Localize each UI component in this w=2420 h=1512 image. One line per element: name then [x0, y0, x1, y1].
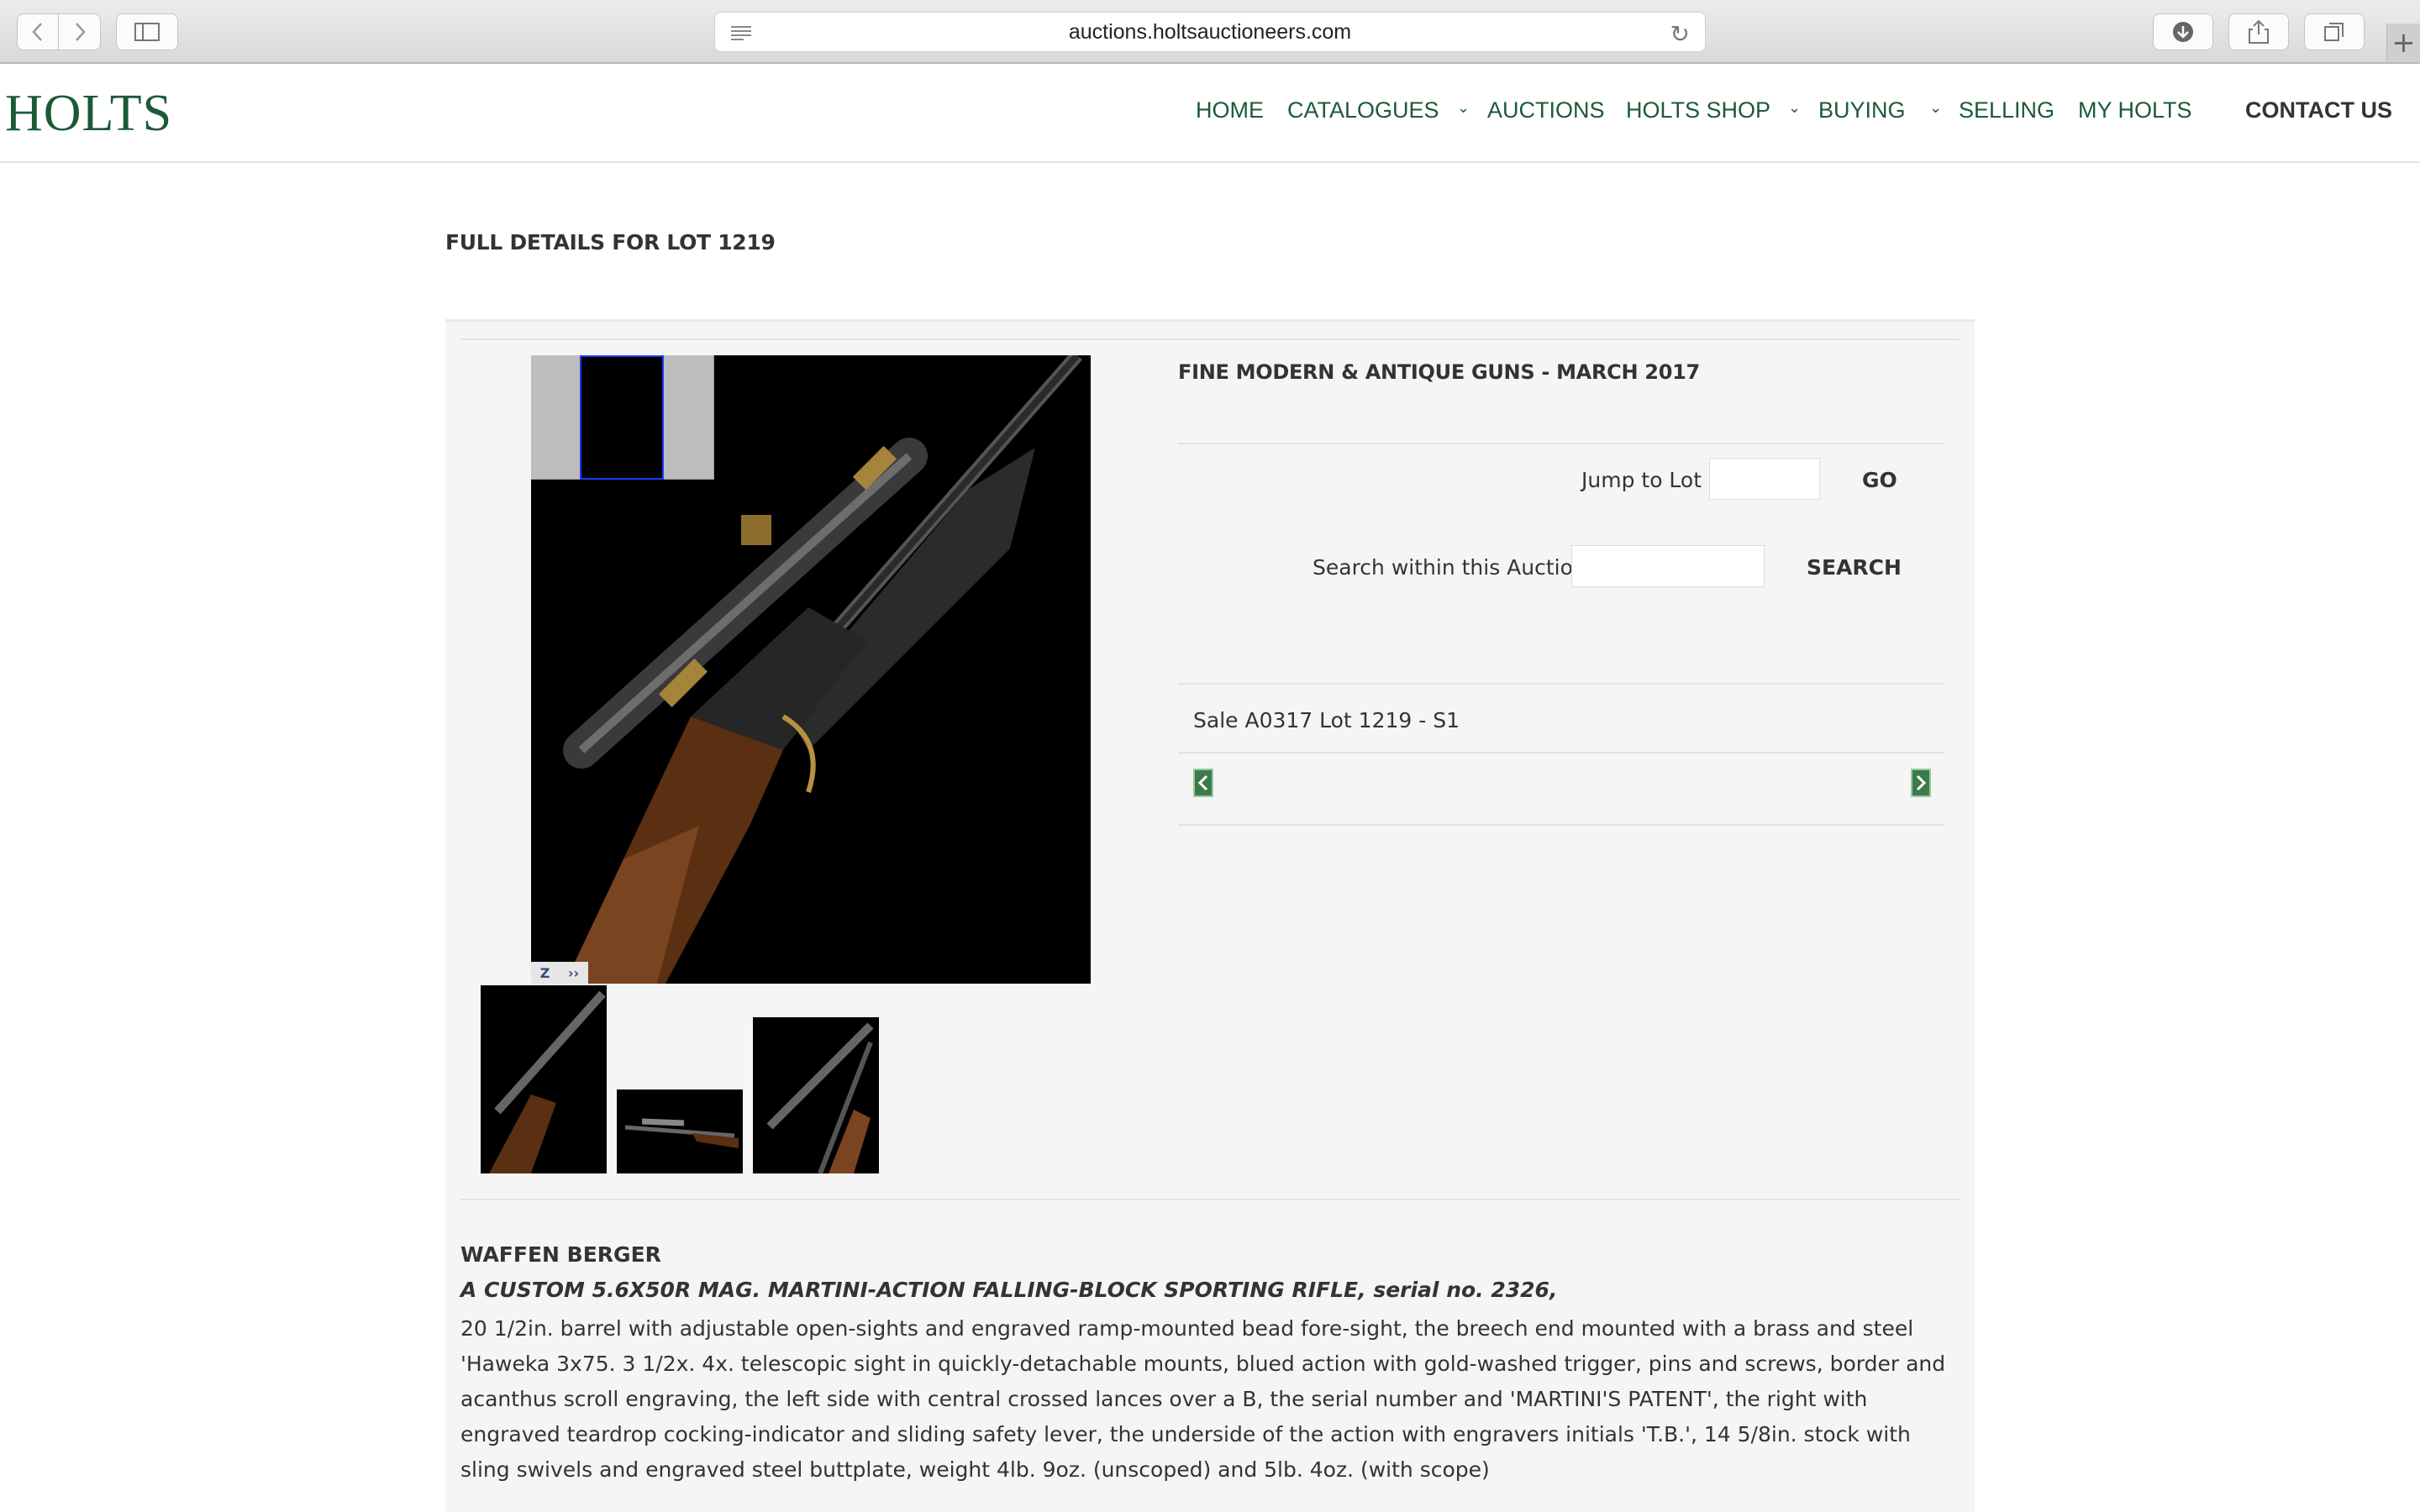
previous-lot-button[interactable]	[1193, 769, 1213, 797]
divider	[460, 1199, 1960, 1200]
divider	[460, 339, 1960, 340]
rifle-thumbnail-icon	[624, 1118, 739, 1148]
chevron-down-icon[interactable]: ⌄	[1929, 99, 1942, 117]
tab-overview-button[interactable]	[2304, 13, 2365, 50]
url-text: auctions.holtsauctioneers.com	[1068, 19, 1352, 44]
chevron-down-icon[interactable]: ⌄	[1788, 99, 1801, 117]
zoom-controls[interactable]: Z ››	[531, 962, 588, 984]
rifle-thumbnail-icon	[489, 990, 606, 1173]
nav-my-holts[interactable]: MY HOLTS	[2078, 97, 2192, 123]
arrow-right-icon	[1916, 774, 1927, 791]
search-button[interactable]: SEARCH	[1807, 555, 1902, 580]
chevron-down-icon[interactable]: ⌄	[1457, 99, 1470, 117]
chevron-right-icon	[75, 23, 86, 41]
nav-selling[interactable]: SELLING	[1959, 97, 2054, 123]
jump-to-lot-input[interactable]	[1709, 458, 1820, 500]
divider	[1178, 683, 1944, 685]
downloads-button[interactable]	[2153, 13, 2213, 50]
site-header: HOLTS HOME CATALOGUES ⌄ AUCTIONS HOLTS S…	[0, 64, 2420, 163]
thumbnail-2[interactable]	[617, 1089, 743, 1173]
go-button[interactable]: GO	[1862, 468, 1897, 492]
lot-panel: Z ›› FINE MODERN & ANTIQUE GUNS - MARCH …	[445, 319, 1975, 1512]
rifle-thumbnail-icon	[766, 1022, 874, 1173]
thumbnail-1[interactable]	[481, 985, 607, 1173]
search-auction-label: Search within this Auction :	[1313, 555, 1601, 580]
next-lot-button[interactable]	[1911, 769, 1931, 797]
divider	[1178, 824, 1944, 826]
sidebar-icon	[134, 23, 160, 41]
reload-icon[interactable]: ↻	[1670, 20, 1690, 48]
page-title: FULL DETAILS FOR LOT 1219	[445, 230, 776, 255]
new-tab-button[interactable]: +	[2386, 24, 2420, 62]
lot-brand: WAFFEN BERGER	[460, 1242, 661, 1267]
forward-button[interactable]	[59, 13, 101, 50]
zoom-icon[interactable]: Z	[540, 965, 550, 981]
reader-icon[interactable]	[730, 24, 752, 41]
nav-home[interactable]: HOME	[1196, 97, 1264, 123]
zoom-viewport-box[interactable]	[580, 355, 664, 480]
share-icon	[2249, 19, 2269, 44]
arrow-left-icon	[1197, 774, 1208, 791]
sale-title: FINE MODERN & ANTIQUE GUNS - MARCH 2017	[1178, 360, 1700, 384]
address-bar[interactable]: auctions.holtsauctioneers.com ↻	[714, 12, 1706, 52]
sidebar-toggle-button[interactable]	[116, 13, 178, 50]
back-button[interactable]	[17, 13, 59, 50]
browser-toolbar: auctions.holtsauctioneers.com ↻ +	[0, 0, 2420, 64]
divider	[1178, 443, 1944, 444]
divider	[1178, 752, 1944, 753]
thumbnail-3[interactable]	[753, 1017, 879, 1173]
nav-auctions[interactable]: AUCTIONS	[1487, 97, 1605, 123]
lot-reference: Sale A0317 Lot 1219 - S1	[1193, 708, 1460, 732]
nav-buying[interactable]: BUYING	[1818, 97, 1906, 123]
download-icon	[2173, 22, 2193, 42]
nav-holts-shop[interactable]: HOLTS SHOP	[1626, 97, 1770, 123]
search-auction-input[interactable]	[1571, 545, 1765, 587]
share-button[interactable]	[2228, 13, 2289, 50]
jump-to-lot-label: Jump to Lot :	[1581, 468, 1716, 492]
zoom-navigator[interactable]	[531, 355, 714, 480]
nav-catalogues[interactable]: CATALOGUES	[1287, 97, 1439, 123]
holts-logo[interactable]: HOLTS	[5, 84, 172, 144]
nav-contact-us[interactable]: CONTACT US	[2245, 97, 2392, 123]
chevron-left-icon	[32, 23, 42, 41]
lot-title: A CUSTOM 5.6X50R MAG. MARTINI-ACTION FAL…	[460, 1278, 1558, 1302]
lot-description: 20 1/2in. barrel with adjustable open-si…	[460, 1316, 1946, 1482]
expand-icon[interactable]: ››	[568, 965, 579, 981]
tabs-icon	[2324, 23, 2344, 41]
